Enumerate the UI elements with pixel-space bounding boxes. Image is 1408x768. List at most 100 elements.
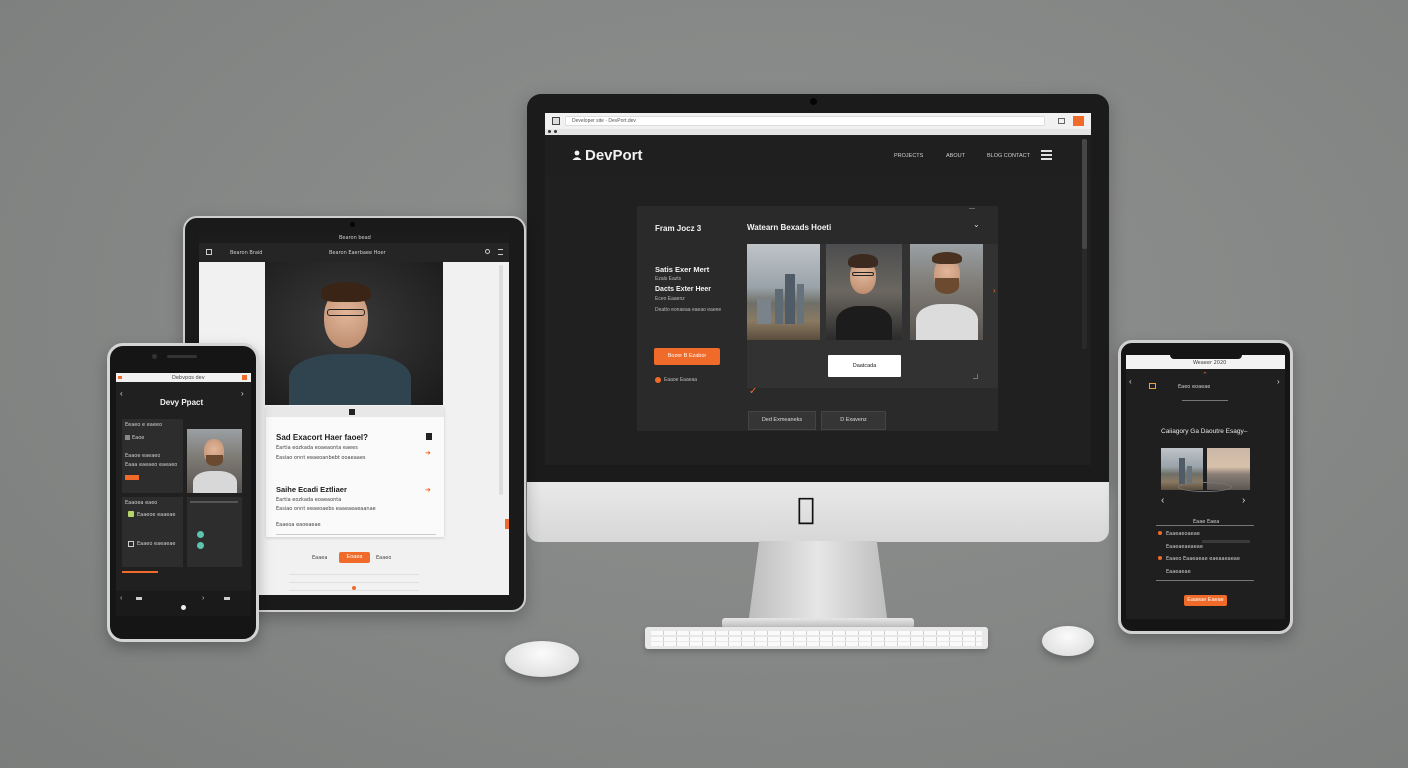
back-icon[interactable]: ‹ bbox=[120, 389, 123, 398]
nav-item-about[interactable]: ABOUT bbox=[946, 153, 965, 159]
hero-section: Fram Jocz 3 Satis Exer Mert Ezals Eazts … bbox=[637, 206, 998, 431]
phone-card-3[interactable] bbox=[187, 497, 242, 567]
hero-subheading-1: Ezals Eazts bbox=[655, 276, 682, 282]
card1-line2: Eaaa eaeaeo eaeaeo bbox=[125, 462, 178, 468]
list-dot-icon bbox=[1158, 556, 1162, 560]
arrow-right-icon[interactable]: ➜ bbox=[425, 486, 431, 494]
divider bbox=[276, 534, 436, 535]
nav-tabs-icon[interactable] bbox=[136, 597, 142, 600]
nav-menu-icon[interactable] bbox=[224, 597, 230, 600]
share-icon[interactable] bbox=[1058, 118, 1065, 124]
tab-icon[interactable] bbox=[118, 376, 122, 379]
extension-icon[interactable] bbox=[242, 375, 247, 380]
drag-handle-icon[interactable] bbox=[349, 409, 355, 415]
side-accent bbox=[505, 519, 509, 529]
gallery-photo-person[interactable] bbox=[826, 244, 902, 340]
forward-icon[interactable]: › bbox=[241, 389, 244, 398]
primary-cta-button[interactable]: Bozer B Ezabor bbox=[654, 348, 720, 365]
phone-bottom-nav: ‹ › bbox=[116, 591, 251, 616]
tab-right[interactable]: Eaaeo bbox=[376, 555, 391, 561]
hero-subheading-2: Eceo Eaaenz bbox=[655, 296, 685, 302]
gallery-photo-city[interactable] bbox=[747, 244, 820, 340]
arrow-right-icon[interactable]: ➜ bbox=[425, 449, 431, 457]
apple-logo-icon:  bbox=[797, 492, 815, 527]
gallery-title: Watearn Bexads Hoeti bbox=[747, 223, 832, 232]
menu-icon[interactable] bbox=[498, 249, 503, 255]
tab-active[interactable]: Eoaea bbox=[339, 552, 370, 563]
card1-line1: Eaaoe eaeaeo bbox=[125, 453, 161, 459]
card1-button[interactable] bbox=[125, 475, 139, 480]
camera-icon bbox=[810, 98, 817, 105]
address-bar[interactable]: Developer site · DevPort.dev bbox=[565, 116, 1045, 126]
phone-card-2[interactable]: Eaaoea eaeo Eaaeoe eaaeae Eaaeo eaeaeae bbox=[122, 497, 183, 567]
window-dot[interactable] bbox=[554, 130, 557, 133]
user-icon bbox=[572, 150, 582, 160]
card-sub-1b: Easiao onnt eeaeoanbebt ooaeaaes bbox=[276, 455, 366, 461]
card2-title: Eaaoea eaeo bbox=[125, 500, 158, 506]
breadcrumb-divider bbox=[1182, 400, 1228, 401]
breadcrumb[interactable]: Eaeo eoaeae bbox=[1178, 384, 1210, 390]
footer-button-2[interactable]: D Exavenz bbox=[821, 411, 886, 430]
chevron-down-icon[interactable]: ⌄ bbox=[973, 220, 980, 229]
card1-label: Eaoe bbox=[132, 435, 145, 441]
gallery-button[interactable]: Daatcada bbox=[828, 355, 901, 377]
notch bbox=[1170, 355, 1242, 359]
list-divider bbox=[1156, 580, 1254, 581]
list-item-2[interactable]: Eaaeaeaeaeae bbox=[1166, 544, 1203, 550]
phone-card-1[interactable]: Eeaeo e eaeeo Eaoe Eaaoe eaeaeo Eaaa eae… bbox=[122, 419, 183, 493]
home-icon[interactable] bbox=[206, 249, 212, 255]
tablet-nav-left[interactable]: Bearon Braid bbox=[230, 250, 262, 256]
breadcrumb-icon[interactable] bbox=[1149, 383, 1156, 389]
extension-icon[interactable] bbox=[1073, 116, 1084, 126]
search-icon[interactable] bbox=[485, 249, 490, 254]
phone-headline: Caiiagory Ga Daoutre Esagy– bbox=[1161, 428, 1248, 435]
tablet-scrollbar[interactable] bbox=[499, 265, 503, 495]
text-line bbox=[190, 501, 238, 503]
carousel-prev-icon[interactable]: ‹ bbox=[1161, 495, 1164, 506]
camera-icon bbox=[350, 222, 355, 227]
hamburger-menu-icon[interactable] bbox=[1041, 150, 1052, 160]
mouse bbox=[505, 641, 579, 677]
phone-right-screen: Weaeer 2020 ‹ ⌃ › Eaeo eoaeae Caiiagory … bbox=[1126, 355, 1285, 619]
tab-left[interactable]: Eaaea bbox=[312, 555, 327, 561]
status-icon bbox=[197, 531, 204, 538]
status-icon bbox=[197, 542, 204, 549]
list-item-4[interactable]: Eaaeaeae bbox=[1166, 569, 1191, 575]
home-indicator[interactable] bbox=[181, 605, 186, 610]
bookmark-icon[interactable] bbox=[426, 433, 432, 440]
tablet-nav-center[interactable]: Bearon Eaerbaee Hoer bbox=[329, 250, 386, 256]
profile-portrait bbox=[265, 262, 443, 405]
list-item-3[interactable]: Eaaeo Eaaeaeae eaeaaeaeae bbox=[1166, 556, 1240, 562]
scrollbar-thumb[interactable] bbox=[1082, 139, 1087, 249]
nav-item-projects[interactable]: PROJECTS bbox=[894, 153, 923, 159]
window-dot[interactable] bbox=[548, 130, 551, 133]
phone-cta-button[interactable]: Eaaeae Eaeae bbox=[1184, 595, 1227, 606]
hero-heading-1: Satis Exer Mert bbox=[655, 265, 710, 274]
nav-forward-icon[interactable]: › bbox=[202, 595, 204, 602]
trackpad bbox=[1042, 626, 1094, 656]
nav-item-blog-contact[interactable]: BLOG CONTACT bbox=[987, 153, 1030, 159]
list-item-1[interactable]: Eaaeaeoaeae bbox=[1166, 531, 1200, 537]
tablet-nav-bar: Bearon Braid Bearon Eaerbaee Hoer bbox=[199, 243, 509, 262]
nav-back-icon[interactable]: ‹ bbox=[120, 595, 122, 602]
gallery-menu-icon[interactable] bbox=[969, 208, 975, 209]
card-sub-2: Eartia eozkada eoaeaonta bbox=[276, 497, 342, 503]
back-icon[interactable]: ‹ bbox=[1129, 377, 1132, 386]
carousel-next-icon[interactable]: › bbox=[1242, 495, 1245, 506]
phone-url-bar[interactable]: Weaeer 2020 bbox=[1126, 355, 1285, 369]
resize-handle-icon[interactable] bbox=[973, 374, 978, 379]
gallery-next-icon[interactable]: › bbox=[993, 286, 996, 295]
tablet-status-bar: Bearon bead bbox=[199, 233, 509, 243]
tablet-status-text: Bearon bead bbox=[339, 235, 371, 241]
browser-menu-icon[interactable] bbox=[552, 117, 560, 125]
card-title-2: Saihe Ecadi Eztliaer bbox=[276, 485, 347, 494]
chevron-up-icon[interactable]: ⌃ bbox=[1202, 371, 1208, 379]
phone-photo-bearded[interactable] bbox=[187, 429, 242, 493]
phone-url-bar[interactable]: Debvpos dev bbox=[116, 373, 251, 382]
carousel-arc bbox=[1178, 482, 1232, 492]
phone-left-screen: Debvpos dev ‹ Devy Ppact › Eeaeo e eaeeo… bbox=[116, 373, 251, 616]
gallery-photo-bearded[interactable] bbox=[910, 244, 983, 340]
site-logo[interactable]: DevPort bbox=[585, 147, 643, 164]
forward-icon[interactable]: › bbox=[1277, 377, 1280, 386]
footer-button-1[interactable]: Ded Exmeaneks bbox=[748, 411, 816, 430]
